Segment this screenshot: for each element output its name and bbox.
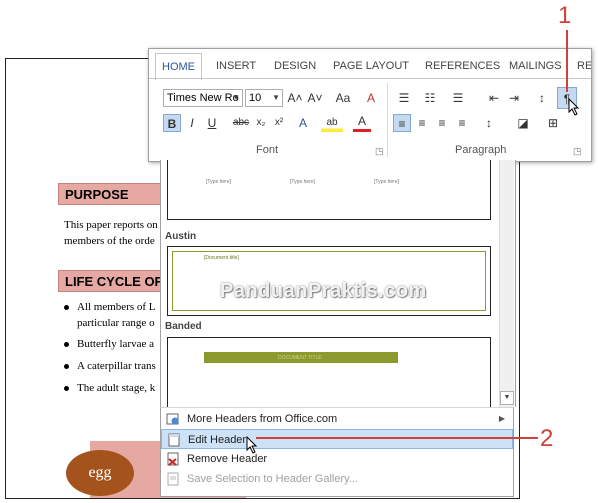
group-divider — [387, 83, 388, 157]
placeholder-text: [Type here] — [374, 179, 400, 185]
align-left-icon[interactable]: ≡ — [393, 114, 411, 132]
highlight-button[interactable]: ab — [321, 114, 343, 132]
shading-icon[interactable]: ◪ — [511, 114, 535, 132]
menu-item-label: Edit Header — [188, 434, 247, 446]
align-center-icon[interactable]: ≡ — [413, 114, 431, 132]
italic-button[interactable]: I — [185, 114, 199, 132]
dialog-launcher-icon[interactable]: ◳ — [375, 146, 384, 157]
bullet-icon — [64, 385, 69, 391]
bullet-icon — [64, 304, 69, 310]
chevron-down-icon[interactable]: ▼ — [272, 90, 280, 106]
watermark: PanduanPraktis.com — [220, 280, 427, 302]
shrink-font-button[interactable]: A˅ — [307, 89, 323, 107]
scroll-down-icon[interactable]: ▼ — [500, 391, 514, 405]
menu-item-label: More Headers from Office.com — [187, 413, 338, 425]
bullets-icon[interactable]: ☰ — [393, 89, 415, 107]
underline-button[interactable]: U — [203, 114, 221, 132]
callout-line-2 — [256, 437, 538, 439]
bullet-text: The adult stage, k — [77, 382, 156, 394]
ribbon-tabs: HOME INSERT DESIGN PAGE LAYOUT REFERENCE… — [149, 53, 591, 80]
section-label-austin: Austin — [165, 231, 197, 242]
edit-header-icon — [167, 433, 181, 447]
mouse-cursor-icon — [568, 98, 580, 116]
grow-font-button[interactable]: A˄ — [287, 89, 303, 107]
egg-stage-shape: egg — [66, 450, 134, 496]
superscript-button[interactable]: x² — [271, 114, 287, 132]
bullet-item: A caterpillar trans — [64, 358, 156, 374]
bold-button[interactable]: B — [163, 114, 181, 132]
tab-references[interactable]: REFERENCES — [425, 53, 500, 79]
header-thumbnail-blank-three-column[interactable]: [Type here] [Type here] [Type here] — [167, 160, 491, 220]
menu-item-save-selection[interactable]: Save Selection to Header Gallery... — [161, 469, 513, 489]
multilevel-list-icon[interactable]: ☰ — [445, 89, 471, 107]
text-effects-button[interactable]: A — [293, 114, 313, 132]
callout-line-1 — [566, 30, 568, 92]
bullet-item: Butterfly larvae a — [64, 336, 154, 352]
bullet-text: Butterfly larvae a — [77, 338, 154, 350]
placeholder-text: [Type here] — [206, 179, 232, 185]
align-right-icon[interactable]: ≡ — [433, 114, 451, 132]
dialog-launcher-icon[interactable]: ◳ — [573, 146, 582, 157]
line-spacing-icon[interactable]: ↕ — [477, 114, 501, 132]
placeholder-text: DOCUMENT TITLE — [278, 355, 322, 361]
change-case-button[interactable]: Aa — [331, 89, 355, 107]
increase-indent-icon[interactable]: ⇥ — [505, 89, 523, 107]
font-color-button[interactable]: A — [353, 114, 371, 132]
tab-insert[interactable]: INSERT — [216, 53, 256, 79]
clear-formatting-button[interactable]: A — [363, 89, 379, 107]
menu-item-edit-header[interactable]: Edit Header — [161, 429, 513, 449]
menu-item-remove-header[interactable]: Remove Header — [161, 449, 513, 469]
placeholder-text: [Type here] — [290, 179, 316, 185]
menu-item-label: Save Selection to Header Gallery... — [187, 473, 358, 485]
placeholder-text: [Document title] — [204, 255, 239, 261]
bullet-item: All members of L — [64, 299, 156, 315]
bullet-icon — [64, 341, 69, 347]
tab-divider — [149, 78, 591, 79]
section-label-banded: Banded — [165, 321, 202, 332]
group-label-font: Font — [256, 144, 279, 156]
subscript-button[interactable]: x₂ — [253, 114, 269, 132]
bullet-item: The adult stage, k — [64, 380, 155, 396]
bullet-continuation: particular range o — [77, 317, 155, 329]
banded-bar: DOCUMENT TITLE — [204, 352, 398, 363]
paragraph-line-2: members of the orde — [64, 235, 155, 247]
tab-review[interactable]: RE — [577, 53, 591, 79]
office-globe-icon — [166, 412, 180, 426]
justify-icon[interactable]: ≡ — [453, 114, 471, 132]
bullet-text: A caterpillar trans — [77, 360, 156, 372]
callout-number-1: 1 — [558, 2, 572, 29]
paragraph-line-1: This paper reports on — [64, 219, 158, 231]
ribbon: HOME INSERT DESIGN PAGE LAYOUT REFERENCE… — [148, 48, 592, 162]
menu-item-more-headers[interactable]: More Headers from Office.com ▶ — [161, 409, 513, 429]
font-name-value: Times New Ro — [167, 92, 239, 104]
sort-icon[interactable]: ↕ — [533, 89, 551, 107]
tab-home[interactable]: HOME — [155, 53, 202, 80]
bullet-icon — [64, 363, 69, 369]
strikethrough-button[interactable]: abc — [231, 114, 251, 132]
gallery-scrollbar[interactable]: ▼ — [499, 160, 514, 407]
submenu-arrow-icon: ▶ — [498, 414, 505, 423]
borders-icon[interactable]: ⊞ — [541, 114, 565, 132]
font-size-combo[interactable]: 10 ▼ — [245, 89, 283, 107]
font-name-combo[interactable]: Times New Ro ▼ — [163, 89, 243, 107]
tab-page-layout[interactable]: PAGE LAYOUT — [333, 53, 409, 79]
decrease-indent-icon[interactable]: ⇤ — [485, 89, 503, 107]
chevron-down-icon[interactable]: ▼ — [232, 90, 240, 106]
tab-design[interactable]: DESIGN — [274, 53, 316, 79]
tab-mailings[interactable]: MAILINGS — [509, 53, 562, 79]
header-thumbnail-banded[interactable]: DOCUMENT TITLE — [167, 337, 491, 407]
save-selection-icon — [166, 472, 180, 486]
font-size-value: 10 — [249, 92, 262, 104]
remove-header-icon — [166, 452, 180, 466]
callout-number-2: 2 — [540, 425, 554, 452]
numbering-icon[interactable]: ☷ — [419, 89, 441, 107]
bullet-text: All members of L — [77, 301, 156, 313]
header-menu: More Headers from Office.com ▶ Edit Head… — [160, 407, 514, 497]
group-label-paragraph: Paragraph — [455, 144, 507, 156]
